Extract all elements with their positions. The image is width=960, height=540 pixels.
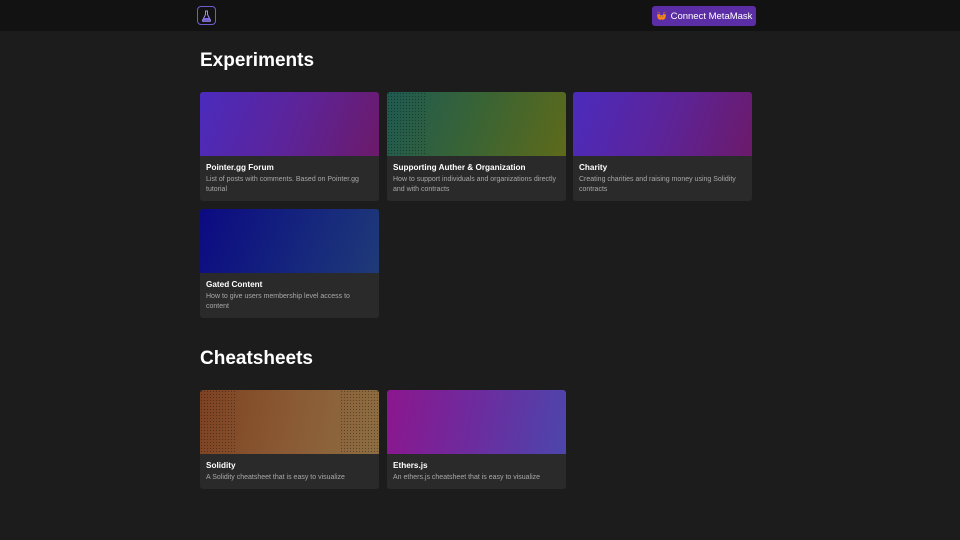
connect-metamask-button[interactable]: Connect MetaMask bbox=[652, 6, 756, 26]
card-banner bbox=[200, 209, 379, 273]
card-description: A Solidity cheatsheet that is easy to vi… bbox=[206, 474, 345, 481]
cheatsheets-heading: Cheatsheets bbox=[200, 348, 313, 369]
card-title: Pointer.gg Forum bbox=[206, 163, 274, 172]
card-title: Charity bbox=[579, 163, 608, 172]
experiment-card-gated-content[interactable]: Gated Content How to give users membersh… bbox=[200, 209, 379, 318]
card-banner bbox=[200, 390, 379, 454]
experiment-card-charity[interactable]: Charity Creating charities and raising m… bbox=[573, 92, 752, 201]
card-banner bbox=[200, 92, 379, 156]
cheatsheet-card-solidity[interactable]: Solidity A Solidity cheatsheet that is e… bbox=[200, 390, 379, 489]
top-bar: Connect MetaMask bbox=[0, 0, 960, 31]
card-banner bbox=[573, 92, 752, 156]
card-title: Supporting Auther & Organization bbox=[393, 163, 526, 172]
cheatsheet-card-ethers[interactable]: Ethers.js An ethers.js cheatsheet that i… bbox=[387, 390, 566, 489]
card-title: Ethers.js bbox=[393, 461, 428, 470]
experiments-heading: Experiments bbox=[200, 50, 315, 71]
card-description: How to give users membership level acces… bbox=[206, 293, 350, 310]
card-description: Creating charities and raising money usi… bbox=[579, 176, 736, 193]
card-description: An ethers.js cheatsheet that is easy to … bbox=[393, 474, 541, 481]
card-title: Gated Content bbox=[206, 280, 263, 289]
connect-button-label: Connect MetaMask bbox=[670, 10, 753, 22]
flask-icon[interactable] bbox=[197, 6, 216, 25]
metamask-fox-icon bbox=[656, 11, 667, 21]
card-description: How to support individuals and organizat… bbox=[393, 176, 557, 193]
experiment-card-pointer-forum[interactable]: Pointer.gg Forum List of posts with comm… bbox=[200, 92, 379, 201]
card-description: List of posts with comments. Based on Po… bbox=[206, 176, 359, 193]
card-banner bbox=[387, 92, 566, 156]
card-title: Solidity bbox=[206, 461, 236, 470]
card-banner bbox=[387, 390, 566, 454]
experiment-card-supporting-auther[interactable]: Supporting Auther & Organization How to … bbox=[387, 92, 566, 201]
